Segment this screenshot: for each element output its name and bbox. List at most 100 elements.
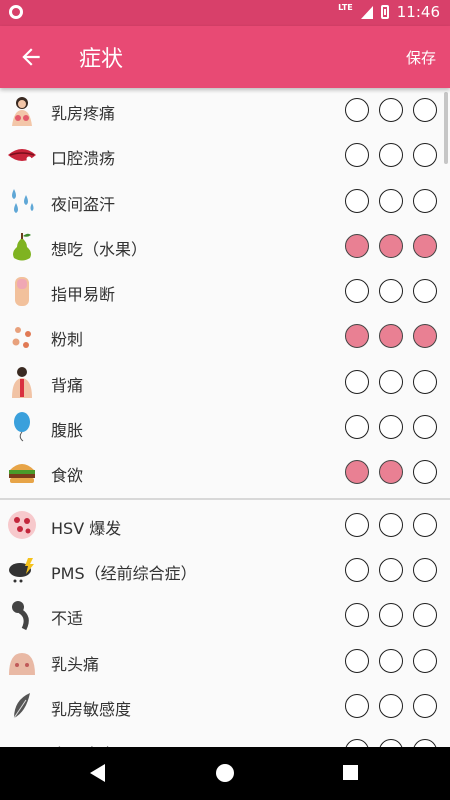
intensity-level-1-toggle[interactable] — [345, 143, 369, 168]
battery-icon — [380, 5, 389, 19]
symptom-row[interactable]: 想吃（水果） — [0, 224, 450, 269]
intensity-level-2-toggle[interactable] — [379, 512, 403, 537]
intensity-level-3-toggle[interactable] — [413, 648, 437, 673]
navigation-bar — [0, 747, 450, 800]
intensity-level-2-toggle[interactable] — [379, 415, 403, 440]
intensity-level-2-toggle[interactable] — [379, 188, 403, 213]
intensity-level-3-toggle[interactable] — [413, 233, 437, 258]
symptom-label: 口腔溃疡 — [51, 149, 116, 169]
feather-icon — [13, 692, 30, 719]
intensity-level-1-toggle[interactable] — [345, 648, 369, 673]
symptom-row[interactable]: 食欲 — [0, 450, 450, 495]
intensity-level-3-toggle[interactable] — [413, 460, 437, 485]
intensity-level-3-toggle[interactable] — [413, 143, 437, 168]
intensity-level-1-toggle[interactable] — [345, 512, 369, 537]
symptom-label: 粉刺 — [51, 330, 84, 350]
intensity-level-3-toggle[interactable] — [413, 739, 437, 747]
intensity-level-1-toggle[interactable] — [345, 188, 369, 213]
intensity-level-2-toggle[interactable] — [379, 279, 403, 304]
nav-back-icon[interactable] — [90, 764, 105, 782]
symptom-row[interactable]: 乳房疼痛 — [0, 88, 450, 133]
symptom-row[interactable]: 粉刺 — [0, 314, 450, 359]
intensity-level-1-toggle[interactable] — [345, 460, 369, 485]
symptom-row[interactable]: 乳房敏感度 — [0, 684, 450, 729]
symptom-row[interactable]: 不适 — [0, 593, 450, 638]
intensity-level-1-toggle[interactable] — [345, 98, 369, 122]
intensity-level-1-toggle[interactable] — [345, 557, 369, 582]
page-title: 症状 — [79, 47, 124, 72]
app-bar: 症状 保存 — [0, 26, 450, 88]
intensity-level-2-toggle[interactable] — [379, 369, 403, 394]
nav-home-icon[interactable] — [216, 764, 234, 782]
intensity-level-2-toggle[interactable] — [379, 460, 403, 485]
chest-icon — [9, 652, 35, 675]
intensity-level-3-toggle[interactable] — [413, 603, 437, 628]
status-bar: LTE 11:46 — [0, 0, 450, 26]
symptom-label: HSV 爆发 — [51, 518, 122, 538]
intensity-level-1-toggle[interactable] — [345, 739, 369, 747]
intensity-level-1-toggle[interactable] — [345, 415, 369, 440]
symptom-list[interactable]: 乳房疼痛口腔溃疡夜间盗汗想吃（水果） 指甲易断粉刺背痛腹胀食欲 HSV 爆发 PMS… — [0, 88, 450, 747]
fingernail-icon — [15, 277, 29, 307]
symptom-label: 指甲易断 — [51, 285, 116, 305]
discomfort-figure-icon — [12, 601, 29, 631]
back-spine-icon — [12, 366, 32, 398]
burger-icon — [9, 464, 35, 484]
symptom-row[interactable]: PMS（经前综合症） — [0, 548, 450, 593]
symptom-row[interactable]: 乳头痛 — [0, 639, 450, 684]
symptom-row[interactable]: 指甲易断 — [0, 269, 450, 314]
pear-icon — [13, 232, 31, 261]
save-button[interactable]: 保存 — [406, 47, 436, 68]
intensity-level-3-toggle[interactable] — [413, 188, 437, 213]
symptom-label: 背痛 — [51, 375, 84, 395]
intensity-level-1-toggle[interactable] — [345, 603, 369, 628]
intensity-level-2-toggle[interactable] — [379, 603, 403, 628]
back-arrow-icon[interactable] — [18, 44, 44, 70]
intensity-level-3-toggle[interactable] — [413, 279, 437, 304]
network-type: LTE — [338, 3, 353, 12]
intensity-level-3-toggle[interactable] — [413, 369, 437, 394]
symptom-label: 乳房疼痛 — [51, 104, 116, 123]
intensity-level-3-toggle[interactable] — [413, 324, 437, 349]
intensity-level-1-toggle[interactable] — [345, 324, 369, 349]
acne-dots-icon — [12, 327, 31, 349]
symptom-label: 夜间盗汗 — [51, 194, 116, 214]
symptom-row[interactable]: 口腔溃疡 — [0, 133, 450, 178]
virus-cells-icon — [8, 510, 36, 539]
notification-icon — [9, 5, 23, 19]
intensity-level-2-toggle[interactable] — [379, 143, 403, 168]
symptom-row[interactable]: 夜间盗汗 — [0, 179, 450, 224]
intensity-level-1-toggle[interactable] — [345, 279, 369, 304]
intensity-level-1-toggle[interactable] — [345, 693, 369, 718]
sweat-drops-icon — [12, 188, 34, 213]
symptom-row[interactable]: 会阴疼痛 — [0, 729, 450, 747]
intensity-level-2-toggle[interactable] — [379, 693, 403, 718]
symptom-row[interactable]: HSV 爆发 — [0, 503, 450, 548]
intensity-level-2-toggle[interactable] — [379, 648, 403, 673]
intensity-level-1-toggle[interactable] — [345, 369, 369, 394]
intensity-level-2-toggle[interactable] — [379, 557, 403, 582]
lips-sore-icon — [8, 149, 36, 162]
intensity-level-3-toggle[interactable] — [413, 557, 437, 582]
intensity-level-2-toggle[interactable] — [379, 233, 403, 258]
intensity-level-1-toggle[interactable] — [345, 233, 369, 258]
intensity-level-3-toggle[interactable] — [413, 512, 437, 537]
symptom-label: 腹胀 — [51, 421, 84, 441]
nav-recents-icon[interactable] — [343, 765, 358, 780]
symptom-label: 不适 — [51, 609, 84, 629]
symptom-row[interactable]: 背痛 — [0, 360, 450, 405]
intensity-level-2-toggle[interactable] — [379, 324, 403, 349]
symptom-label: 乳头痛 — [51, 654, 100, 674]
intensity-level-2-toggle[interactable] — [379, 739, 403, 747]
woman-breast-pain-icon — [12, 97, 32, 126]
signal-icon — [360, 5, 373, 19]
intensity-level-2-toggle[interactable] — [379, 98, 403, 122]
storm-cloud-icon — [9, 557, 34, 583]
intensity-level-3-toggle[interactable] — [413, 98, 437, 122]
balloon-icon — [14, 412, 30, 442]
scrollbar[interactable] — [444, 92, 448, 164]
intensity-level-3-toggle[interactable] — [413, 693, 437, 718]
symptom-label: 想吃（水果） — [51, 239, 148, 259]
symptom-row[interactable]: 腹胀 — [0, 405, 450, 450]
intensity-level-3-toggle[interactable] — [413, 415, 437, 440]
